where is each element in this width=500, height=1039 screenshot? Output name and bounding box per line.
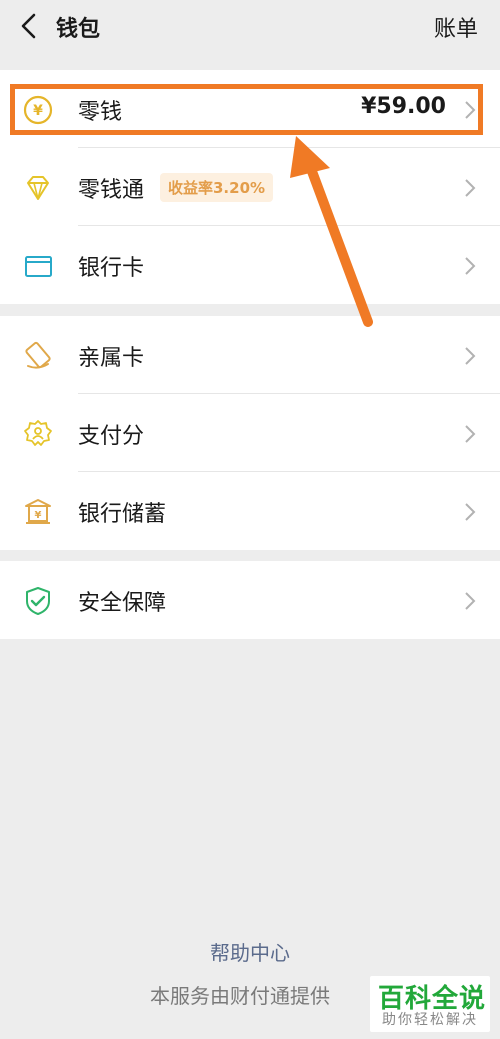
svg-text:¥: ¥ <box>33 103 43 119</box>
family-card-icon <box>25 341 51 369</box>
chevron-right-icon <box>465 257 476 275</box>
chevron-right-icon <box>465 179 476 197</box>
chevron-right-icon <box>465 101 476 119</box>
bank-savings-row[interactable]: ¥ 银行储蓄 <box>0 472 500 550</box>
page-title: 钱包 <box>56 17 101 42</box>
change-label: 零钱 <box>78 100 123 125</box>
chevron-right-icon <box>465 347 476 365</box>
bank-savings-label: 银行储蓄 <box>78 502 167 527</box>
header: 钱包 账单 <box>0 0 500 56</box>
bank-card-label: 银行卡 <box>78 256 145 281</box>
pay-score-row[interactable]: 支付分 <box>0 394 500 472</box>
bank-card-row[interactable]: 银行卡 <box>0 226 500 304</box>
change-amount: ¥59.00 <box>361 94 446 119</box>
wallet-group-security: 安全保障 <box>0 561 500 639</box>
shield-check-icon <box>26 587 50 615</box>
yield-rate-badge: 收益率3.20% <box>160 173 274 202</box>
help-center-link[interactable]: 帮助中心 <box>0 937 500 966</box>
bill-button[interactable]: 账单 <box>434 11 478 43</box>
watermark-logo: 百科全说 助你轻松解决 <box>370 976 490 1032</box>
bank-card-icon <box>25 256 52 277</box>
wallet-group-services: 亲属卡 支付分 ¥ 银行储蓄 <box>0 316 500 550</box>
watermark-sub-text: 助你轻松解决 <box>382 1012 478 1028</box>
coin-yuan-icon: ¥ <box>23 95 53 125</box>
security-row[interactable]: 安全保障 <box>0 561 500 639</box>
security-label: 安全保障 <box>78 591 167 616</box>
licaitong-label: 零钱通 <box>78 178 145 203</box>
wallet-group-funds: ¥ 零钱 ¥59.00 零钱通 收益率3.20% 银行卡 <box>0 70 500 304</box>
chevron-right-icon <box>465 503 476 521</box>
chevron-right-icon <box>465 592 476 610</box>
family-card-row[interactable]: 亲属卡 <box>0 316 500 394</box>
pay-score-badge-icon <box>24 420 52 446</box>
diamond-icon <box>27 176 49 200</box>
change-row[interactable]: ¥ 零钱 ¥59.00 <box>0 70 500 148</box>
provider-text: 本服务由财付通提供 <box>150 984 330 1008</box>
svg-text:¥: ¥ <box>35 510 42 521</box>
family-card-label: 亲属卡 <box>78 346 145 371</box>
pay-score-label: 支付分 <box>78 424 145 449</box>
licaitong-row[interactable]: 零钱通 收益率3.20% <box>0 148 500 226</box>
back-arrow-icon[interactable] <box>18 12 40 40</box>
chevron-right-icon <box>465 425 476 443</box>
bank-building-icon: ¥ <box>25 499 51 524</box>
